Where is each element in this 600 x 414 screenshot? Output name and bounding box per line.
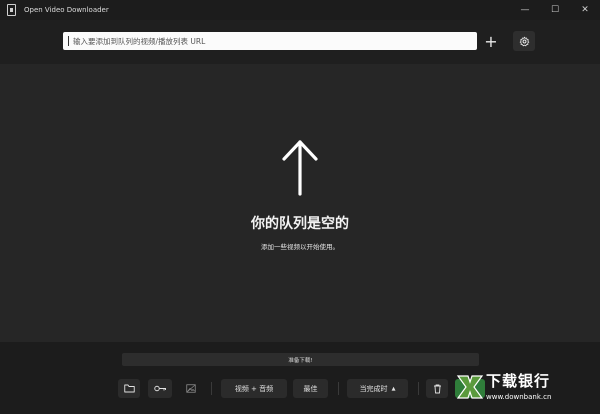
url-input[interactable]: 输入要添加到队列的视频/播放列表 URL: [63, 32, 477, 50]
on-complete-dropdown[interactable]: 当完成时 ▲: [347, 379, 408, 398]
gear-icon: [519, 36, 529, 46]
open-folder-button[interactable]: [118, 379, 140, 398]
minimize-icon: —: [520, 5, 530, 15]
text-caret: [68, 36, 69, 46]
empty-queue-subtitle: 添加一些视频以开始使用。: [261, 243, 339, 251]
separator: [211, 382, 212, 395]
status-bar: 准备下载!: [122, 353, 479, 366]
app-logo-icon: [7, 4, 16, 16]
key-icon: [153, 385, 166, 392]
settings-button[interactable]: [513, 31, 535, 51]
clear-queue-button[interactable]: [426, 379, 448, 398]
trash-icon: [433, 384, 441, 393]
add-url-button[interactable]: +: [481, 31, 501, 51]
arrow-up-icon: [282, 140, 318, 196]
maximize-icon: ☐: [550, 5, 560, 15]
close-icon: ✕: [581, 5, 589, 15]
thumbnail-toggle-button[interactable]: [180, 379, 202, 398]
watermark: 下载银行 www.downbank.cn: [456, 368, 596, 412]
on-complete-label: 当完成时: [359, 384, 388, 393]
format-label: 视频 + 音频: [234, 384, 274, 393]
authentication-button[interactable]: [148, 379, 172, 398]
quality-label: 最佳: [303, 384, 318, 393]
watermark-logo-icon: [456, 375, 484, 399]
maximize-button[interactable]: ☐: [540, 0, 570, 20]
format-select[interactable]: 视频 + 音频: [221, 379, 287, 398]
watermark-text: 下载银行: [486, 372, 551, 390]
quality-select[interactable]: 最佳: [293, 379, 328, 398]
title-bar: Open Video Downloader — ☐ ✕: [0, 0, 600, 20]
minimize-button[interactable]: —: [510, 0, 540, 20]
status-text: 准备下载!: [288, 357, 313, 364]
window-title: Open Video Downloader: [24, 6, 109, 14]
empty-queue-title: 你的队列是空的: [251, 216, 349, 232]
top-toolbar: 输入要添加到队列的视频/播放列表 URL +: [0, 20, 600, 64]
separator: [418, 382, 419, 395]
url-input-placeholder: 输入要添加到队列的视频/播放列表 URL: [73, 36, 206, 46]
plus-icon: +: [484, 31, 498, 51]
watermark-url: www.downbank.cn: [486, 393, 552, 401]
queue-area: 你的队列是空的 添加一些视频以开始使用。: [0, 64, 600, 342]
separator: [338, 382, 339, 395]
folder-icon: [123, 384, 135, 393]
close-window-button[interactable]: ✕: [570, 0, 600, 20]
image-icon: [186, 384, 196, 393]
chevron-up-icon: ▲: [391, 385, 396, 392]
